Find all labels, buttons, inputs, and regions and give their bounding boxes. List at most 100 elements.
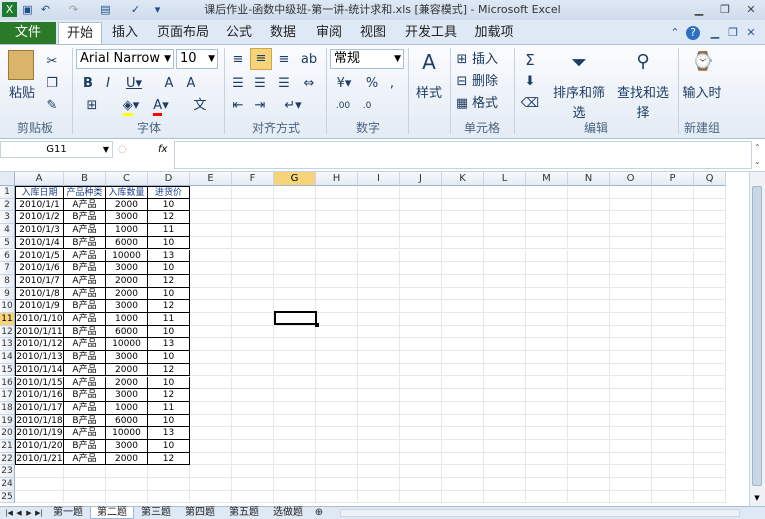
- cell-L23[interactable]: [484, 465, 526, 479]
- column-header[interactable]: N: [568, 172, 610, 186]
- cell-C3[interactable]: 3000: [106, 211, 148, 225]
- cell-I4[interactable]: [358, 224, 400, 237]
- percent-icon[interactable]: %: [364, 74, 380, 94]
- cell-I20[interactable]: [358, 427, 400, 440]
- cell-D3[interactable]: 12: [148, 211, 190, 225]
- cell-P20[interactable]: [652, 427, 694, 440]
- cell-A19[interactable]: 2010/1/18: [15, 414, 64, 428]
- sort-filter-button[interactable]: 排序和筛选: [548, 84, 610, 124]
- cell-F5[interactable]: [232, 236, 274, 250]
- cell-K23[interactable]: [442, 465, 484, 479]
- cell-D21[interactable]: 10: [148, 440, 190, 453]
- cell-E16[interactable]: [190, 376, 232, 390]
- cell-Q19[interactable]: [694, 414, 726, 428]
- cell-C6[interactable]: 10000: [106, 249, 148, 263]
- cell-B8[interactable]: A产品: [64, 274, 106, 288]
- column-header[interactable]: G: [274, 172, 316, 186]
- fill-handle[interactable]: [315, 323, 319, 327]
- cell-G23[interactable]: [274, 465, 316, 479]
- tab-data[interactable]: 数据: [262, 22, 304, 44]
- tab-review[interactable]: 审阅: [308, 22, 350, 44]
- cell-L4[interactable]: [484, 224, 526, 237]
- cell-F17[interactable]: [232, 389, 274, 402]
- insert-cells-icon[interactable]: ⊞: [454, 50, 470, 70]
- cell-B3[interactable]: B产品: [64, 211, 106, 225]
- cell-J24[interactable]: [400, 478, 442, 491]
- cell-B18[interactable]: A产品: [64, 401, 106, 415]
- cell-P3[interactable]: [652, 211, 694, 225]
- row-header[interactable]: 3: [0, 211, 15, 225]
- cell-K6[interactable]: [442, 249, 484, 263]
- cell-E22[interactable]: [190, 452, 232, 466]
- column-header[interactable]: J: [400, 172, 442, 186]
- name-box[interactable]: G11 ▼: [0, 141, 113, 158]
- paste-icon[interactable]: [8, 50, 34, 80]
- cell-O20[interactable]: [610, 427, 652, 440]
- wb-minimize-icon[interactable]: ▁: [708, 26, 722, 40]
- row-header[interactable]: 11: [0, 313, 15, 326]
- first-sheet-icon[interactable]: |◀: [4, 507, 14, 519]
- cell-O7[interactable]: [610, 262, 652, 275]
- cell-N6[interactable]: [568, 249, 610, 263]
- cell-N17[interactable]: [568, 389, 610, 402]
- wrap-text-icon[interactable]: ↵▾: [280, 96, 306, 116]
- cell-K11[interactable]: [442, 313, 484, 326]
- cell-P23[interactable]: [652, 465, 694, 479]
- align-top-icon[interactable]: ≡: [228, 50, 248, 70]
- cell-C7[interactable]: 3000: [106, 262, 148, 275]
- cell-H21[interactable]: [316, 440, 358, 453]
- cell-B15[interactable]: A产品: [64, 363, 106, 377]
- cell-D14[interactable]: 10: [148, 351, 190, 364]
- cell-L24[interactable]: [484, 478, 526, 491]
- cell-Q21[interactable]: [694, 440, 726, 453]
- cell-G14[interactable]: [274, 351, 316, 364]
- cell-D9[interactable]: 10: [148, 287, 190, 301]
- accounting-format-icon[interactable]: ¥▾: [332, 74, 356, 94]
- tab-insert[interactable]: 插入: [104, 22, 146, 44]
- styles-icon[interactable]: A: [416, 52, 442, 72]
- styles-button[interactable]: 样式: [410, 84, 448, 104]
- cell-G8[interactable]: [274, 274, 316, 288]
- cell-K8[interactable]: [442, 274, 484, 288]
- cell-J21[interactable]: [400, 440, 442, 453]
- cell-M17[interactable]: [526, 389, 568, 402]
- cell-D24[interactable]: [148, 478, 190, 491]
- phonetic-icon[interactable]: 文: [186, 96, 214, 116]
- cell-H4[interactable]: [316, 224, 358, 237]
- cell-Q11[interactable]: [694, 313, 726, 326]
- cell-I13[interactable]: [358, 338, 400, 352]
- cell-O24[interactable]: [610, 478, 652, 491]
- cell-N13[interactable]: [568, 338, 610, 352]
- row-header[interactable]: 13: [0, 338, 15, 352]
- cell-N25[interactable]: [568, 490, 610, 504]
- cell-C12[interactable]: 6000: [106, 325, 148, 339]
- cell-B17[interactable]: B产品: [64, 389, 106, 402]
- cell-E8[interactable]: [190, 274, 232, 288]
- column-header[interactable]: Q: [694, 172, 726, 186]
- cell-B5[interactable]: B产品: [64, 236, 106, 250]
- cell-D19[interactable]: 10: [148, 414, 190, 428]
- underline-icon[interactable]: U▾: [122, 74, 146, 94]
- cell-I12[interactable]: [358, 325, 400, 339]
- cell-F16[interactable]: [232, 376, 274, 390]
- cell-L9[interactable]: [484, 287, 526, 301]
- cell-J23[interactable]: [400, 465, 442, 479]
- increase-decimal-icon[interactable]: .00: [330, 96, 356, 116]
- insert-cells-button[interactable]: 插入: [472, 50, 508, 70]
- number-format-combo[interactable]: 常规 ▼: [330, 49, 404, 69]
- cell-O23[interactable]: [610, 465, 652, 479]
- format-cells-icon[interactable]: ▦: [454, 94, 470, 114]
- restore-icon[interactable]: ❐: [712, 0, 738, 20]
- cell-B9[interactable]: A产品: [64, 287, 106, 301]
- new-sheet-icon[interactable]: ⊕: [312, 507, 326, 519]
- cell-I1[interactable]: [358, 186, 400, 199]
- cell-O17[interactable]: [610, 389, 652, 402]
- cell-Q8[interactable]: [694, 274, 726, 288]
- cell-I10[interactable]: [358, 300, 400, 313]
- cell-I11[interactable]: [358, 313, 400, 326]
- cell-K18[interactable]: [442, 401, 484, 415]
- cell-A16[interactable]: 2010/1/15: [15, 376, 64, 390]
- wb-close-icon[interactable]: ✕: [744, 26, 758, 40]
- cell-D22[interactable]: 12: [148, 452, 190, 466]
- cell-Q17[interactable]: [694, 389, 726, 402]
